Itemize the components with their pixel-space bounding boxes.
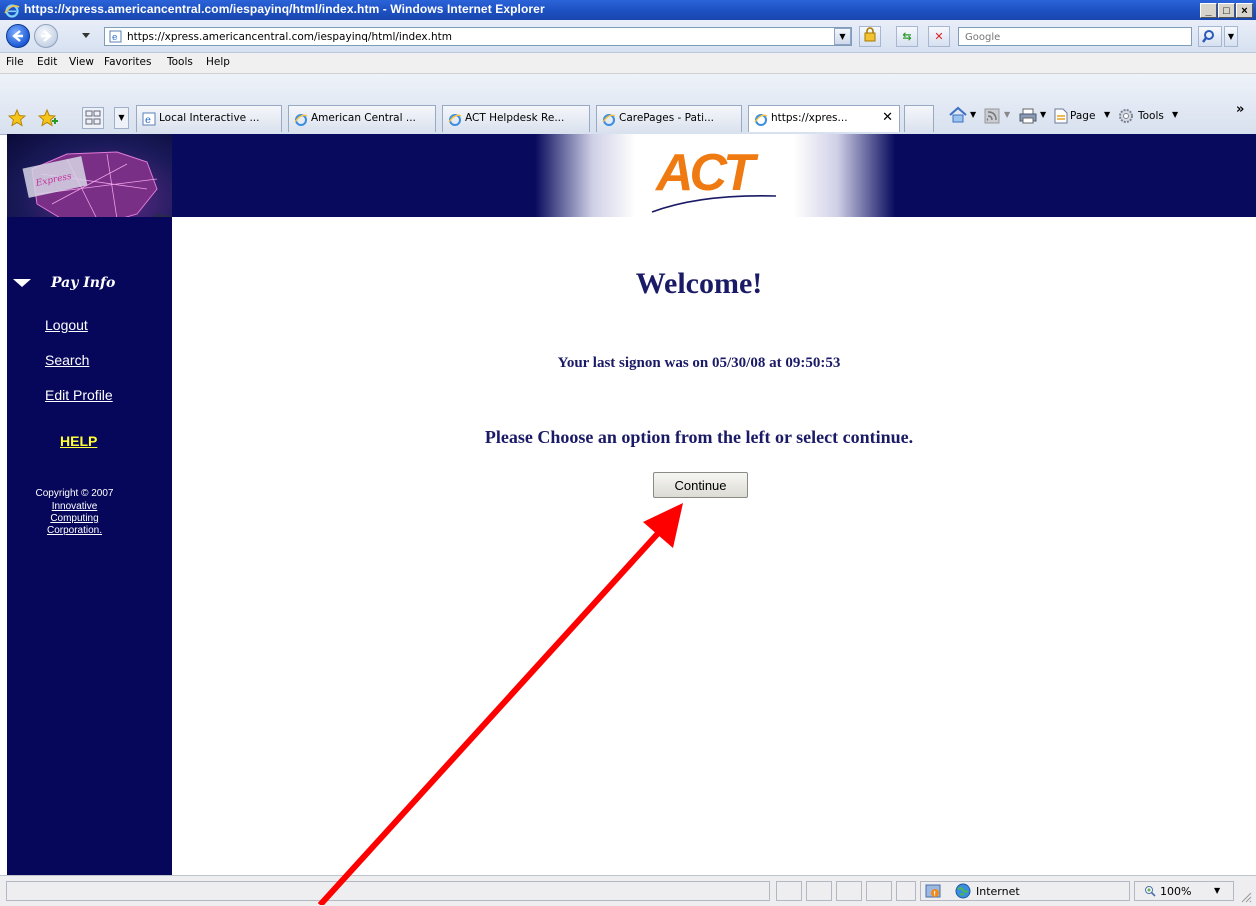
back-button[interactable] bbox=[6, 24, 30, 48]
continue-button[interactable]: Continue bbox=[653, 472, 748, 498]
main-content: Welcome! Your last signon was on 05/30/0… bbox=[172, 217, 1256, 875]
welcome-heading: Welcome! bbox=[635, 267, 763, 300]
globe-icon bbox=[955, 883, 971, 899]
page-icon: e bbox=[109, 30, 122, 43]
sidebar-link-logout[interactable]: Logout bbox=[45, 317, 88, 333]
company-link-line-2[interactable]: Computing bbox=[7, 513, 142, 525]
history-dropdown-icon[interactable] bbox=[82, 33, 90, 38]
tab-carepages[interactable]: CarePages - Pati... bbox=[596, 105, 742, 132]
svg-text:!: ! bbox=[933, 891, 936, 898]
address-dropdown-icon[interactable]: ▼ bbox=[834, 28, 851, 45]
expand-caret-icon[interactable] bbox=[13, 279, 31, 287]
maximize-button[interactable]: □ bbox=[1218, 3, 1235, 18]
company-link-line-1[interactable]: Innovative bbox=[7, 501, 142, 513]
zone-panel[interactable]: ! bbox=[920, 881, 1130, 901]
favorites-star-icon[interactable] bbox=[8, 109, 26, 127]
page-menu[interactable]: Page bbox=[1070, 110, 1095, 122]
resize-grip-icon[interactable] bbox=[1238, 889, 1252, 903]
tab-list-dropdown-icon[interactable]: ▼ bbox=[114, 107, 129, 129]
page-menu-icon bbox=[1054, 108, 1068, 124]
menu-help[interactable]: Help bbox=[206, 56, 230, 68]
act-logo: ACT bbox=[651, 144, 777, 213]
logo-band: ACT bbox=[535, 134, 895, 217]
zoom-level: 100% bbox=[1160, 885, 1192, 898]
tab-american-central[interactable]: American Central ... bbox=[288, 105, 436, 132]
feeds-icon[interactable] bbox=[984, 108, 1000, 124]
security-zone-label: Internet bbox=[976, 885, 1020, 898]
search-options-dropdown-icon[interactable]: ▼ bbox=[1224, 26, 1238, 47]
print-icon[interactable] bbox=[1018, 107, 1038, 125]
sidebar: Pay Info Logout Search Edit Profile HELP… bbox=[7, 217, 172, 875]
tab-local-interactive[interactable]: e Local Interactive ... bbox=[136, 105, 282, 132]
security-lock-icon[interactable] bbox=[859, 26, 881, 47]
page-icon: e bbox=[142, 112, 156, 126]
svg-text:ACT: ACT bbox=[654, 144, 759, 202]
status-text-panel bbox=[6, 881, 770, 901]
zoom-dropdown-icon[interactable]: ▼ bbox=[1214, 886, 1220, 895]
tab-bar: ▼ e Local Interactive ... American Centr… bbox=[0, 74, 1256, 135]
sidebar-link-help[interactable]: HELP bbox=[60, 433, 97, 449]
svg-text:e: e bbox=[145, 115, 151, 126]
company-link-line-3[interactable]: Corporation. bbox=[7, 525, 142, 537]
magnifier-icon bbox=[1202, 30, 1214, 43]
ie-page-icon bbox=[754, 114, 768, 126]
menu-view[interactable]: View bbox=[69, 56, 94, 68]
new-tab-button[interactable] bbox=[904, 105, 934, 132]
search-box[interactable] bbox=[958, 27, 1192, 46]
copyright-text: Copyright © 2007 bbox=[35, 488, 114, 499]
close-window-button[interactable]: × bbox=[1236, 3, 1253, 18]
stop-icon[interactable]: ✕ bbox=[928, 26, 950, 47]
popup-blocker-icon[interactable]: ! bbox=[925, 884, 941, 898]
menu-bar: File Edit View Favorites Tools Help bbox=[0, 53, 1256, 74]
status-panel bbox=[776, 881, 802, 901]
quick-tabs-icon[interactable] bbox=[82, 107, 104, 129]
title-bar: https://xpress.americancentral.com/iespa… bbox=[0, 0, 1256, 20]
status-bar: ! Internet 100% ▼ bbox=[0, 875, 1256, 906]
close-tab-icon[interactable]: ✕ bbox=[882, 110, 893, 125]
feeds-dropdown-icon[interactable]: ▼ bbox=[1004, 110, 1010, 119]
minimize-button[interactable]: _ bbox=[1200, 3, 1217, 18]
address-toolbar: e https://xpress.americancentral.com/ies… bbox=[0, 20, 1256, 53]
tools-menu[interactable]: Tools bbox=[1138, 110, 1164, 122]
address-bar[interactable]: e https://xpress.americancentral.com/ies… bbox=[104, 27, 852, 46]
page-dropdown-icon[interactable]: ▼ bbox=[1104, 110, 1110, 119]
back-arrow-icon bbox=[12, 30, 23, 42]
url-text: https://xpress.americancentral.com/iespa… bbox=[127, 31, 452, 43]
menu-tools[interactable]: Tools bbox=[167, 56, 193, 68]
more-commands-chevron-icon[interactable]: » bbox=[1236, 102, 1244, 117]
sidebar-section-title: Pay Info bbox=[51, 275, 116, 291]
refresh-icon[interactable]: ⇆ bbox=[896, 26, 918, 47]
last-signon-text: Your last signon was on 05/30/08 at 09:5… bbox=[557, 355, 841, 371]
ie-logo-icon bbox=[4, 4, 20, 18]
instruction-text: Please Choose an option from the left or… bbox=[484, 427, 914, 447]
forward-arrow-icon bbox=[41, 30, 52, 42]
zoom-magnifier-icon bbox=[1145, 886, 1156, 897]
menu-file[interactable]: File bbox=[6, 56, 24, 68]
forward-button[interactable] bbox=[34, 24, 58, 48]
svg-text:e: e bbox=[112, 33, 117, 43]
menu-edit[interactable]: Edit bbox=[37, 56, 57, 68]
tools-dropdown-icon[interactable]: ▼ bbox=[1172, 110, 1178, 119]
add-favorite-icon[interactable] bbox=[38, 109, 58, 127]
ie-page-icon bbox=[602, 114, 616, 126]
ie-page-icon bbox=[448, 114, 462, 126]
status-panel bbox=[836, 881, 862, 901]
tab-act-helpdesk[interactable]: ACT Helpdesk Re... bbox=[442, 105, 590, 132]
sidebar-link-edit-profile[interactable]: Edit Profile bbox=[45, 387, 113, 403]
search-button[interactable] bbox=[1198, 26, 1222, 47]
sidebar-link-search[interactable]: Search bbox=[45, 352, 89, 368]
window-title: https://xpress.americancentral.com/iespa… bbox=[24, 2, 545, 16]
page-banner: Express ACT bbox=[7, 134, 1256, 244]
search-input[interactable] bbox=[963, 29, 1187, 46]
tab-xpress-active[interactable]: https://xpres... ✕ bbox=[748, 105, 900, 132]
status-panel bbox=[866, 881, 892, 901]
ie-page-icon bbox=[294, 114, 308, 126]
status-panel bbox=[806, 881, 832, 901]
tools-gear-icon bbox=[1119, 109, 1133, 123]
print-dropdown-icon[interactable]: ▼ bbox=[1040, 110, 1046, 119]
home-icon[interactable] bbox=[948, 106, 968, 124]
menu-favorites[interactable]: Favorites bbox=[104, 56, 151, 68]
home-dropdown-icon[interactable]: ▼ bbox=[970, 110, 976, 119]
status-panel bbox=[896, 881, 916, 901]
